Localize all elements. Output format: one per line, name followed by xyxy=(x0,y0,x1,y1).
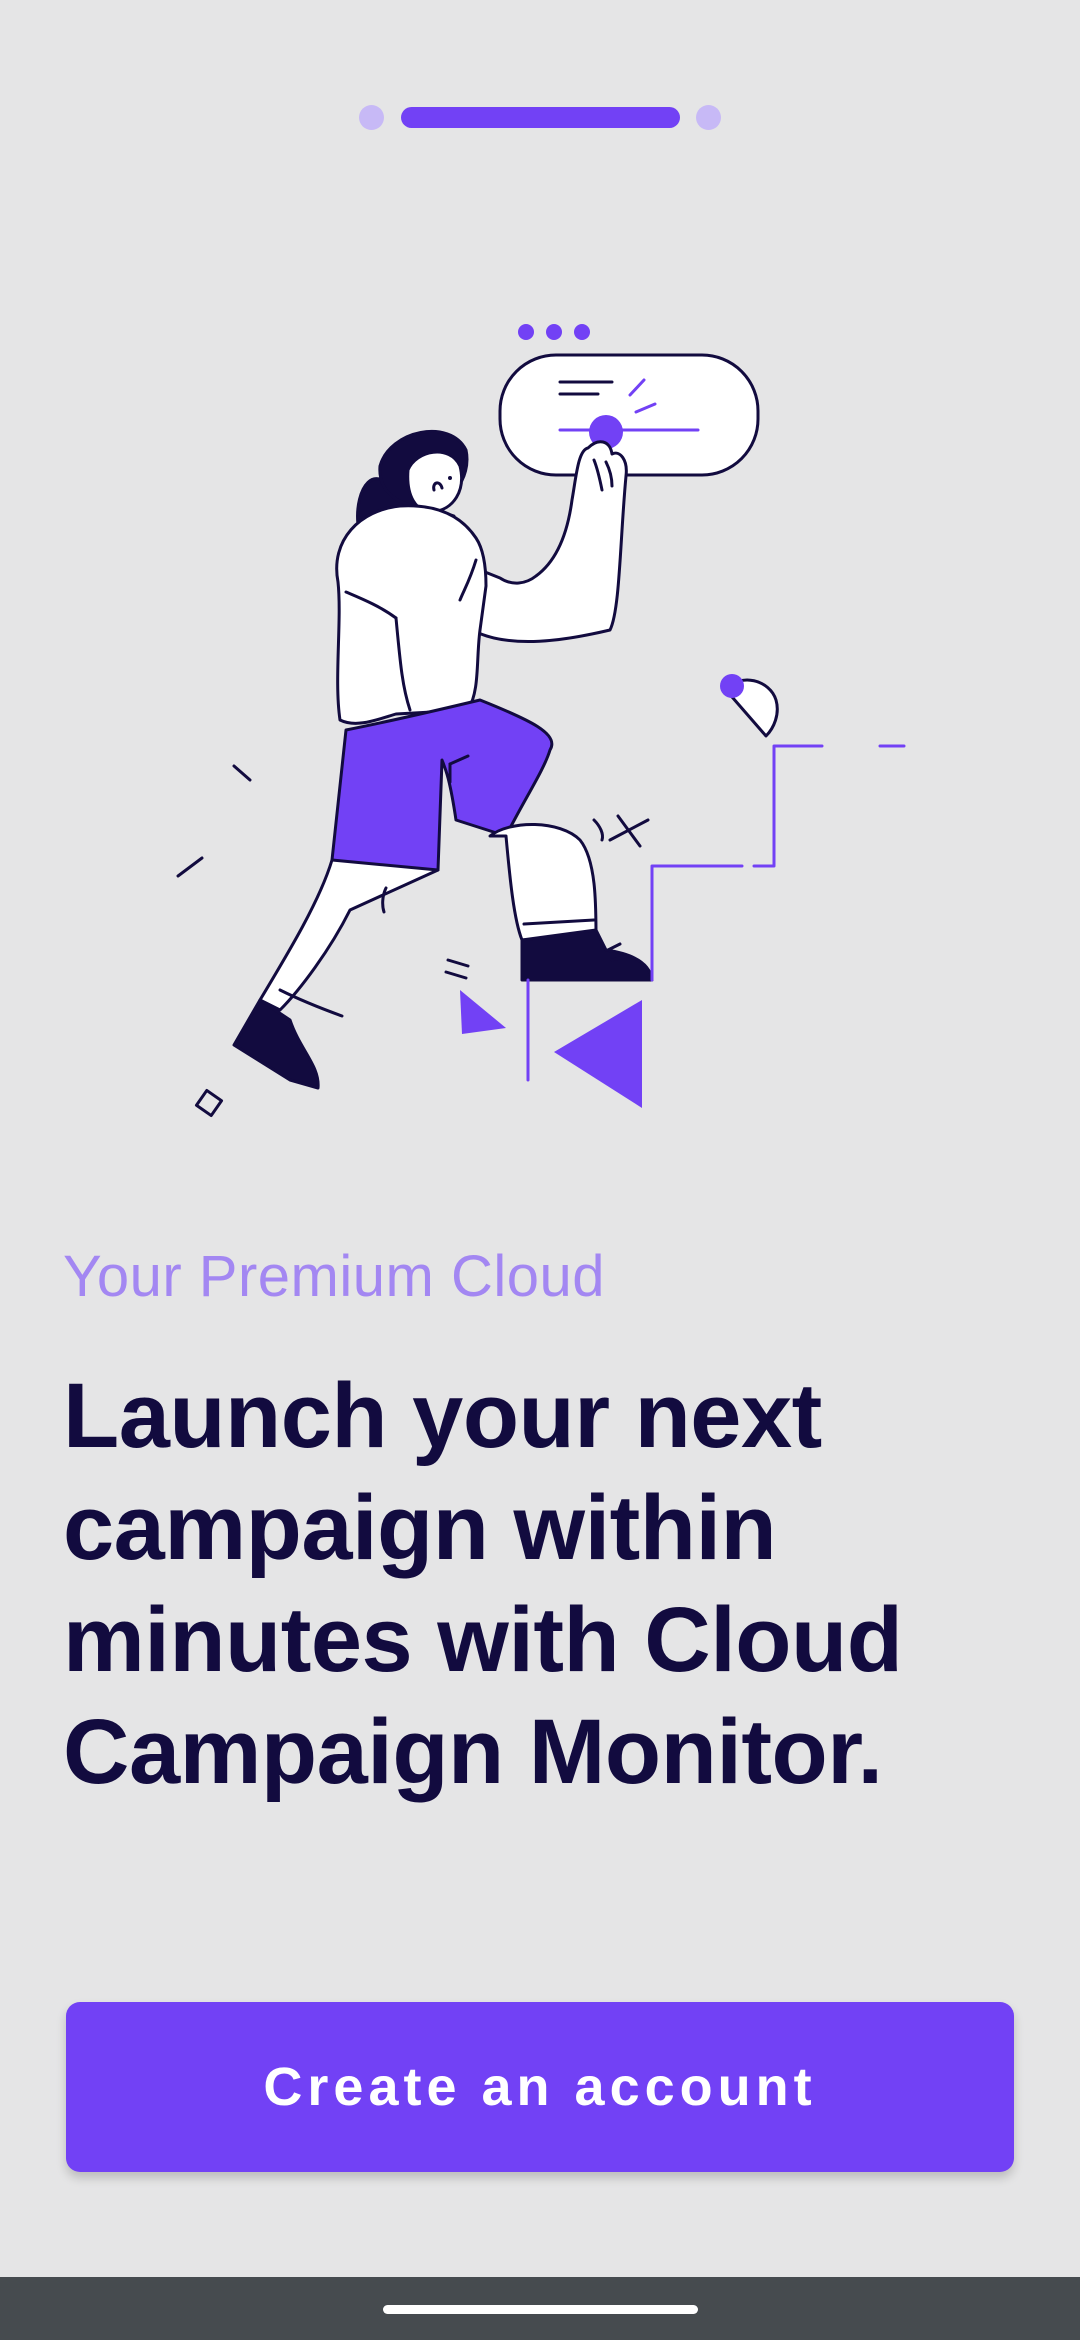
three-dots-icon xyxy=(518,324,590,340)
onboarding-headline: Launch your next campaign within minutes… xyxy=(63,1365,903,1803)
home-indicator[interactable] xyxy=(383,2305,698,2314)
create-account-button[interactable]: Create an account xyxy=(66,2002,1014,2172)
onboarding-illustration xyxy=(176,324,906,1118)
slider-card-icon xyxy=(498,353,760,477)
eyebrow-subtitle: Your Premium Cloud xyxy=(63,1244,605,1309)
page-indicator-dot-2-active[interactable] xyxy=(401,107,680,128)
page-indicator-dot-1[interactable] xyxy=(359,105,384,130)
page-indicator-dot-3[interactable] xyxy=(696,105,721,130)
